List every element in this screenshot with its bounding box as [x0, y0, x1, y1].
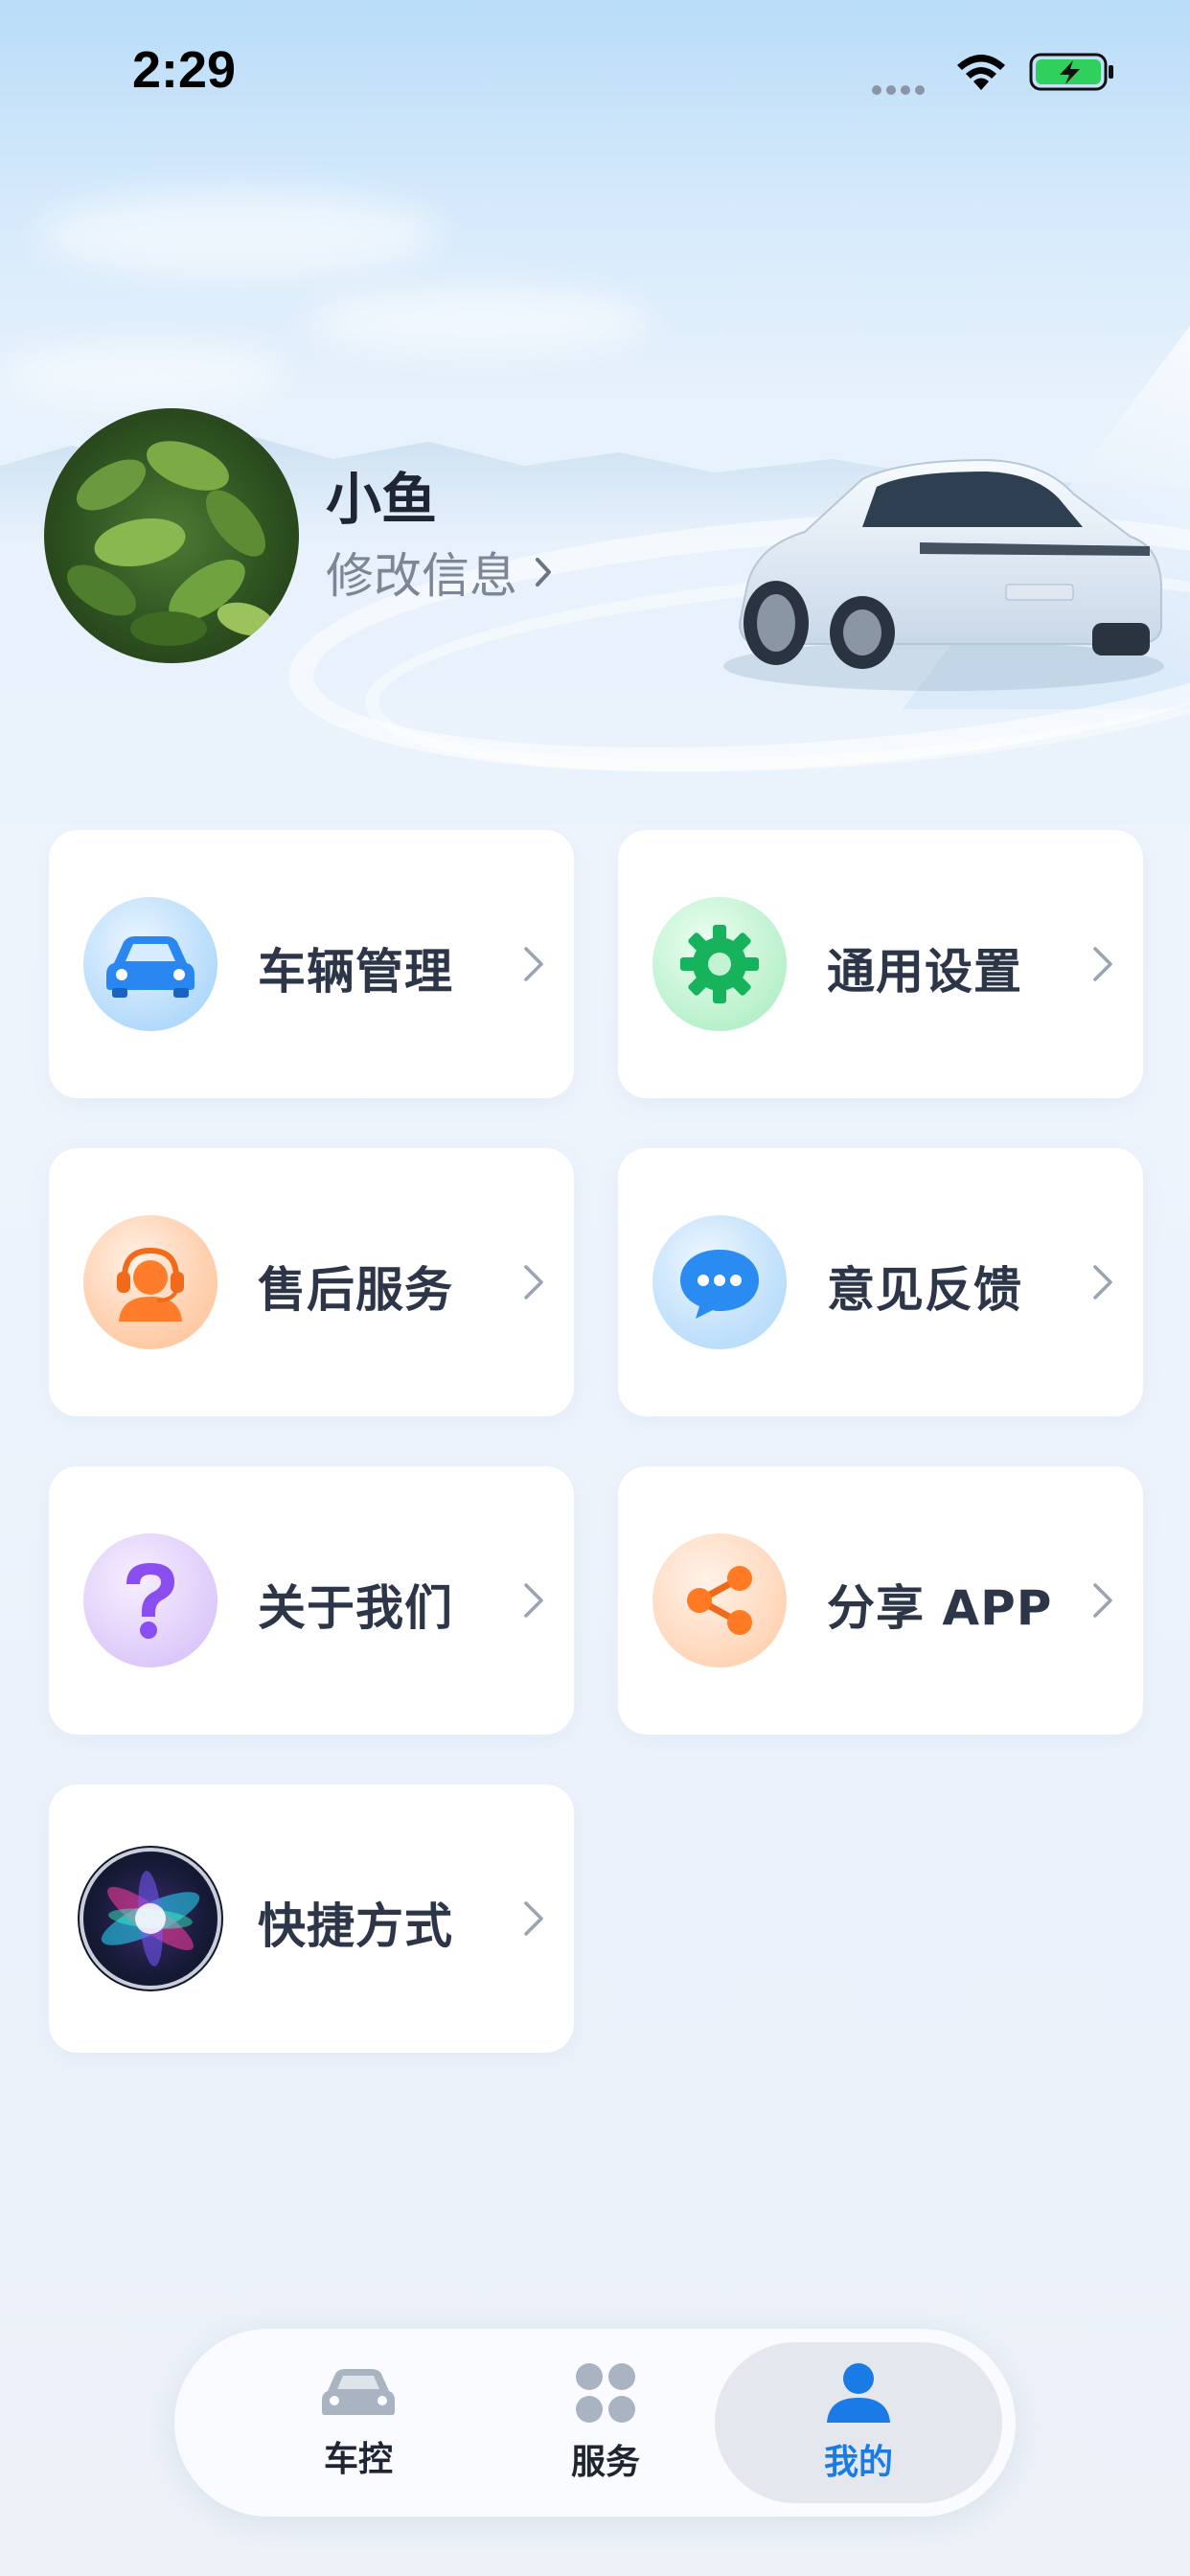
menu-item-label: 车辆管理 — [258, 944, 453, 1000]
share-icon — [652, 1533, 787, 1668]
tab-mine[interactable]: 我的 — [715, 2342, 1002, 2503]
tab-label: 服务 — [570, 2443, 640, 2482]
tab-car-control[interactable]: 车控 — [215, 2342, 502, 2503]
customer-service-icon — [83, 1215, 217, 1349]
signal-icon — [872, 80, 933, 95]
menu-item-general-settings[interactable]: 通用设置 — [618, 830, 1143, 1098]
menu-item-label: 通用设置 — [827, 944, 1022, 1000]
menu-item-share-app[interactable]: 分享 APP — [618, 1466, 1143, 1735]
menu-item-vehicle-management[interactable]: 车辆管理 — [49, 830, 574, 1098]
menu-item-about-us[interactable]: 关于我们 — [49, 1466, 574, 1735]
battery-icon — [1029, 53, 1113, 91]
car-illustration — [723, 458, 1164, 691]
menu-item-after-sales[interactable]: 售后服务 — [49, 1148, 574, 1416]
edit-profile-link[interactable]: 修改信息 — [326, 542, 552, 604]
menu-item-feedback[interactable]: 意见反馈 — [618, 1148, 1143, 1416]
chevron-right-icon — [1093, 1265, 1112, 1300]
tab-bar: 车控 服务 我的 — [174, 2329, 1016, 2517]
chevron-right-icon — [524, 1583, 543, 1618]
menu-item-label: 关于我们 — [258, 1580, 453, 1636]
chat-bubble-icon — [652, 1215, 787, 1349]
car-control-icon — [322, 2369, 395, 2415]
tab-label: 车控 — [323, 2440, 393, 2479]
menu-item-label: 意见反馈 — [827, 1262, 1022, 1318]
person-icon — [827, 2363, 890, 2423]
chevron-right-icon — [524, 1265, 543, 1300]
menu-item-label: 分享 APP — [827, 1580, 1053, 1636]
gear-icon — [652, 897, 787, 1031]
avatar[interactable] — [44, 408, 299, 663]
wifi-icon — [957, 55, 1005, 90]
plant-photo — [66, 441, 274, 646]
car-icon — [83, 897, 217, 1031]
edit-profile-label: 修改信息 — [326, 548, 517, 604]
grid-icon — [576, 2363, 635, 2423]
status-time: 2:29 — [132, 41, 237, 99]
chevron-right-icon — [536, 558, 551, 586]
menu-item-shortcuts[interactable]: 快捷方式 — [49, 1784, 574, 2053]
question-icon — [83, 1533, 217, 1668]
tab-label: 我的 — [823, 2443, 893, 2482]
tab-services[interactable]: 服务 — [462, 2342, 749, 2503]
menu-item-label: 快捷方式 — [258, 1898, 453, 1954]
siri-icon — [78, 1846, 223, 1991]
chevron-right-icon — [524, 947, 543, 981]
chevron-right-icon — [1093, 1583, 1112, 1618]
chevron-right-icon — [524, 1901, 543, 1936]
menu-item-label: 售后服务 — [258, 1262, 453, 1318]
user-name: 小鱼 — [326, 467, 438, 532]
chevron-right-icon — [1093, 947, 1112, 981]
